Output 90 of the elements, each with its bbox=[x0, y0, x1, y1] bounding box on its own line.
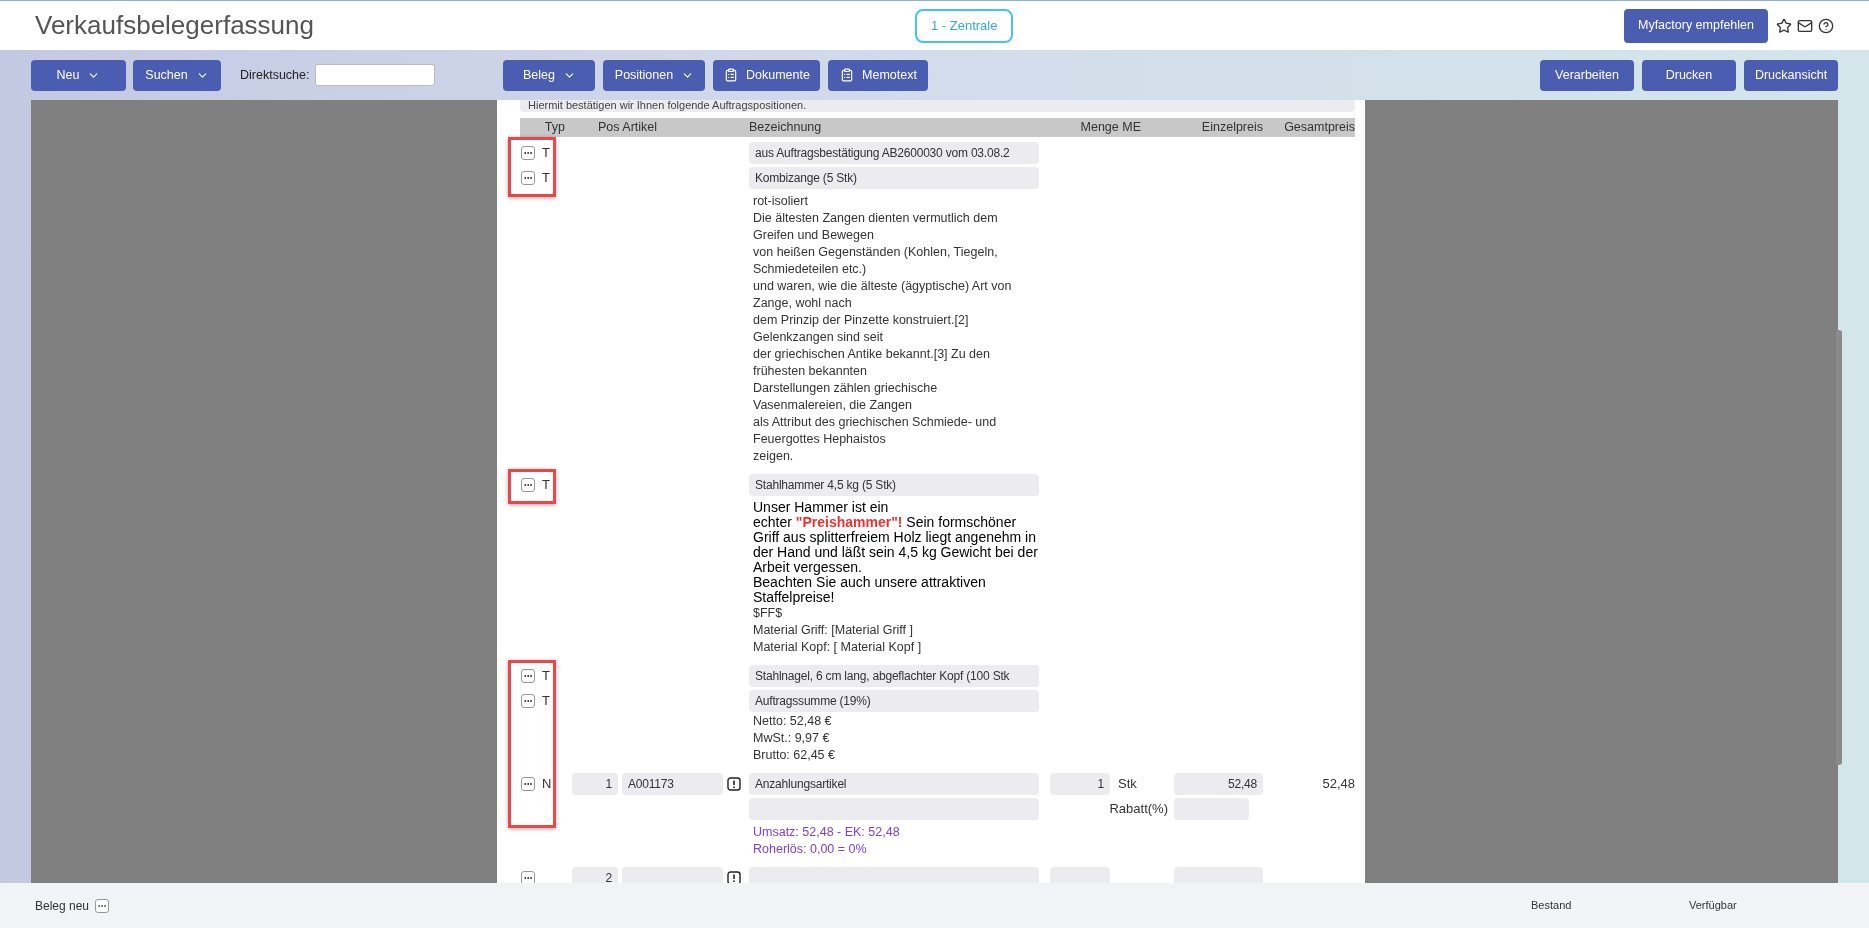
description-line: Zange, wohl nach bbox=[753, 295, 853, 312]
description-line: Gelenkzangen sind seit bbox=[753, 329, 884, 346]
more-button[interactable] bbox=[521, 777, 535, 791]
description-line: Vasenmalereien, die Zangen bbox=[753, 397, 913, 414]
row-type: T bbox=[542, 476, 550, 495]
clipboard-icon bbox=[840, 68, 855, 82]
toolbar-button[interactable]: Memotext bbox=[828, 59, 929, 91]
description-line: Greifen und Bewegen bbox=[753, 227, 875, 244]
description-line: Beachten Sie auch unsere attraktiven bbox=[753, 575, 987, 590]
position-field[interactable]: 2 bbox=[572, 867, 618, 883]
more-button[interactable] bbox=[95, 898, 110, 913]
column-header: Einzelpreis bbox=[1201, 119, 1263, 137]
description-line: Schmiedeteilen etc.) bbox=[753, 261, 868, 278]
total-price: 52,48 bbox=[1322, 775, 1355, 794]
description-line: dem Prinzip der Pinzette konstruiert.[2] bbox=[753, 312, 970, 329]
more-button[interactable] bbox=[521, 146, 535, 160]
quantity-field[interactable]: 1 bbox=[1050, 773, 1110, 795]
description-line: und waren, wie die älteste (ägyptische) Art von bbox=[753, 278, 1013, 295]
description-field[interactable]: Stahlnagel, 6 cm lang, abgeflachter Kopf (100 Stk bbox=[749, 665, 1039, 687]
column-header: Gesamtpreis bbox=[1284, 119, 1355, 137]
description-line: Die ältesten Zangen dienten vermutlich dem bbox=[753, 210, 999, 227]
search-field[interactable] bbox=[315, 64, 436, 86]
description-line: frühesten bekannten bbox=[753, 363, 868, 380]
discount-label: Rabatt(%) bbox=[1109, 800, 1168, 819]
description-line: Material Griff: [Material Griff ] bbox=[753, 622, 914, 639]
description-line: MwSt.: 9,97 € bbox=[753, 730, 831, 747]
description-line: von heißen Gegenständen (Kohlen, Tiegeln, bbox=[753, 244, 999, 261]
position-field[interactable]: 1 bbox=[572, 773, 618, 795]
help-icon[interactable] bbox=[1818, 17, 1834, 34]
column-header: Bezeichnung bbox=[749, 119, 822, 137]
margin-info: Umsatz: 52,48 - EK: 52,48 bbox=[753, 824, 901, 841]
more-button[interactable] bbox=[521, 171, 535, 185]
description-line: Griff aus splitterfreiem Holz liegt angenehm in bbox=[753, 530, 1037, 545]
column-header: Pos Artikel bbox=[598, 119, 658, 137]
row-type: N bbox=[542, 775, 552, 794]
status-column: Verfügbar bbox=[1689, 897, 1834, 914]
description-line: der Hand und läßt sein 4,5 kg Gewicht bei der bbox=[753, 545, 1039, 560]
description-field[interactable]: aus Auftragsbestätigung AB2600030 vom 03.08.2 bbox=[749, 142, 1039, 164]
description-line: Netto: 52,48 € bbox=[753, 713, 833, 730]
status-column: Bestand bbox=[1531, 897, 1689, 914]
description-field[interactable]: Stahlhammer 4,5 kg (5 Stk) bbox=[749, 474, 1039, 496]
clipboard-icon bbox=[724, 68, 738, 82]
page-title: Verkaufsbelegerfassung bbox=[35, 9, 315, 42]
description-line: $FF$ bbox=[753, 605, 784, 622]
row-type: T bbox=[542, 667, 550, 686]
toolbar-button[interactable]: Beleg bbox=[503, 59, 596, 91]
description-line: zeigen. bbox=[753, 448, 795, 465]
description-line: Darstellungen zählen griechische bbox=[753, 380, 939, 397]
description-line: Staffelpreise! bbox=[753, 590, 836, 605]
intro-textarea[interactable]: Hiermit bestätigen wir Ihnen folgende Auftragspositionen. bbox=[520, 100, 1355, 112]
toolbar-button[interactable]: Suchen bbox=[133, 59, 221, 91]
toolbar-button[interactable]: Verarbeiten bbox=[1540, 59, 1634, 91]
toolbar-button[interactable]: Drucken bbox=[1642, 59, 1736, 91]
scrollbar-thumb[interactable] bbox=[1836, 330, 1842, 765]
description-line: rot-isoliert bbox=[753, 193, 809, 210]
mail-icon[interactable] bbox=[1797, 17, 1813, 34]
description-line: Brutto: 62,45 € bbox=[753, 747, 836, 764]
column-header: Typ bbox=[544, 119, 565, 137]
column-header: Menge ME bbox=[1080, 119, 1141, 137]
unit-price-field[interactable]: 52,48 bbox=[1174, 773, 1263, 795]
description-line: Arbeit vergessen. bbox=[753, 560, 863, 575]
description-field[interactable]: Auftragssumme (19%) bbox=[749, 690, 1039, 712]
more-button[interactable] bbox=[521, 478, 535, 492]
row-type: T bbox=[542, 144, 550, 163]
toolbar-button[interactable]: Positionen bbox=[603, 59, 706, 91]
article-field[interactable]: A001173 bbox=[622, 773, 723, 795]
recommend-button[interactable]: Myfactory empfehlen bbox=[1623, 8, 1768, 43]
search-label: Direktsuche: bbox=[240, 66, 310, 84]
margin-info: Roherlös: 0,00 = 0% bbox=[753, 841, 868, 858]
row-type: T bbox=[542, 692, 550, 711]
toolbar-button[interactable]: Dokumente bbox=[713, 59, 821, 91]
description-line: Feuergottes Hephaistos bbox=[753, 431, 887, 448]
description-field[interactable]: Kombizange (5 Stk) bbox=[749, 167, 1039, 189]
more-button[interactable] bbox=[521, 669, 535, 683]
description-field[interactable]: Anzahlungsartikel bbox=[749, 773, 1039, 795]
description-line: echter "Preishammer"! Sein formschöner bbox=[753, 515, 1018, 530]
description-line: Material Kopf: [ Material Kopf ] bbox=[753, 639, 923, 656]
warning-icon bbox=[727, 777, 741, 791]
more-button[interactable] bbox=[521, 694, 535, 708]
warning-icon bbox=[727, 871, 741, 883]
description-line: Unser Hammer ist ein bbox=[753, 500, 890, 515]
toolbar-button[interactable]: Neu bbox=[31, 59, 126, 91]
star-icon[interactable] bbox=[1776, 17, 1792, 34]
description-line: als Attribut des griechischen Schmiede- und bbox=[753, 414, 998, 431]
unit-label: Stk bbox=[1118, 776, 1137, 792]
more-button[interactable] bbox=[521, 871, 535, 883]
toolbar-button[interactable]: Druckansicht bbox=[1744, 59, 1838, 91]
row-type: T bbox=[542, 169, 550, 188]
description-line: der griechischen Antike bekannt.[3] Zu den bbox=[753, 346, 991, 363]
status-label: Beleg neu bbox=[35, 897, 90, 915]
